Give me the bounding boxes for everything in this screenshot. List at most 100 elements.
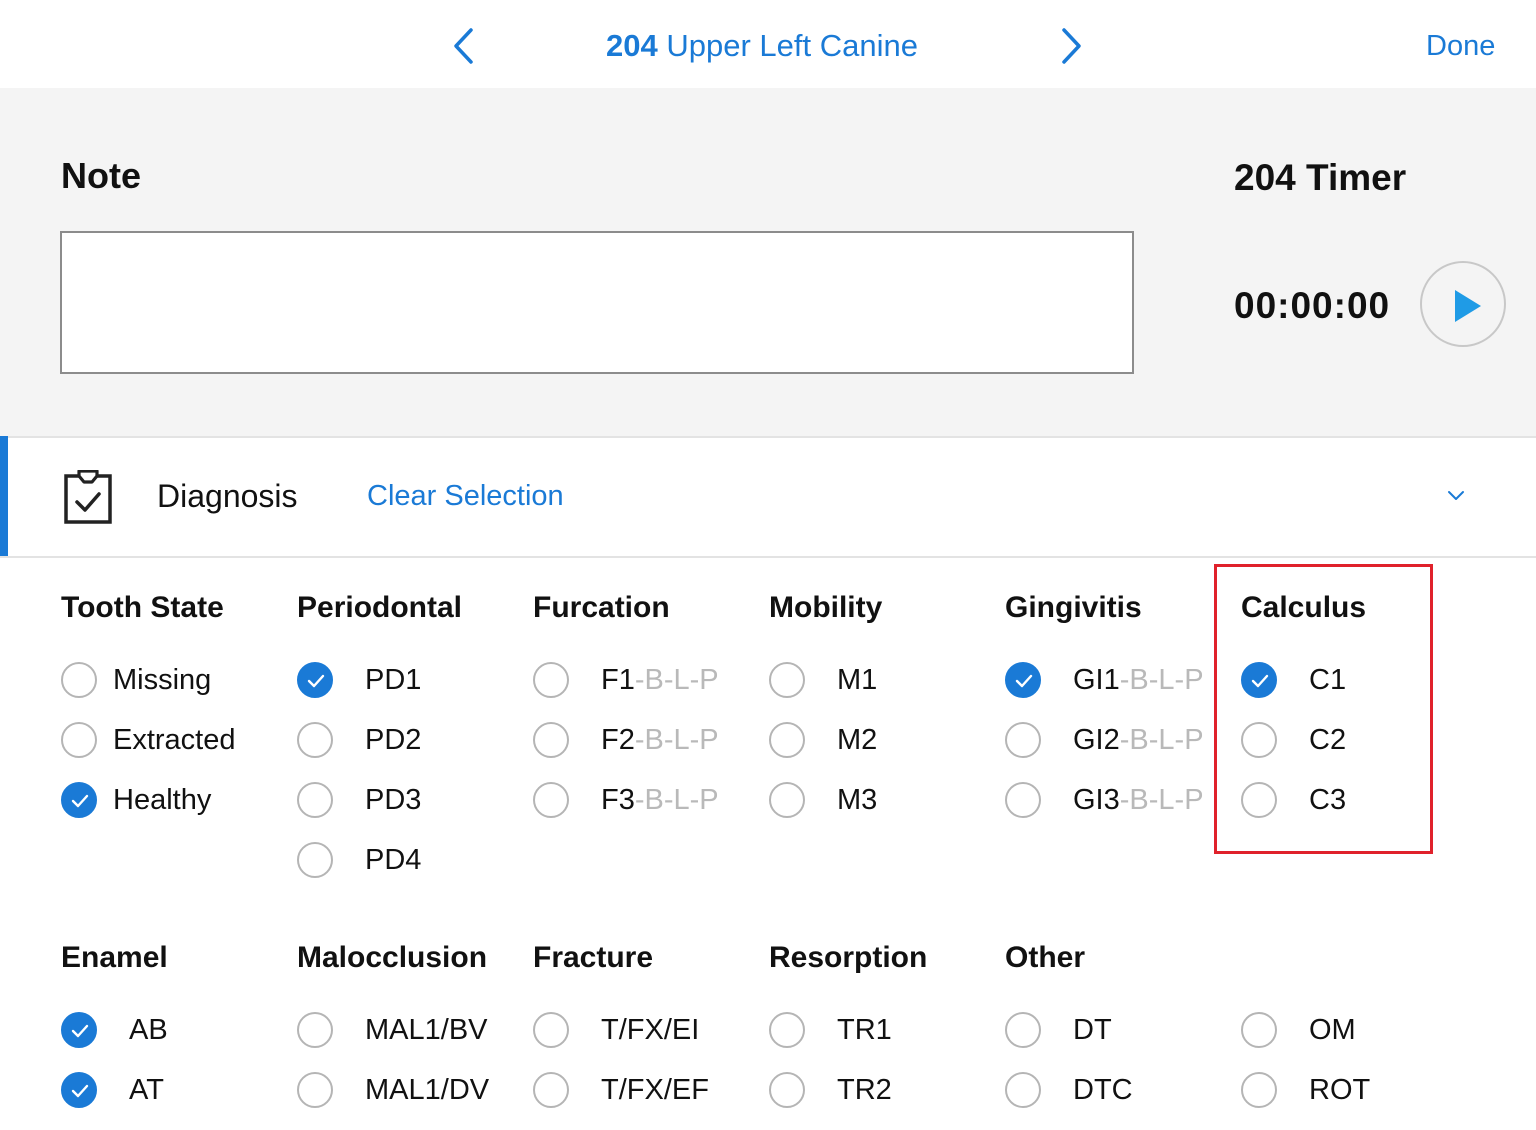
timer-label: 204 Timer — [1234, 157, 1407, 198]
calculus-highlight-box — [1214, 564, 1433, 854]
option-label: ROT — [1309, 1070, 1370, 1110]
option-label: PD2 — [365, 720, 421, 760]
option-suffix: -B-L-P — [1119, 784, 1204, 816]
periodontal-group-title: Periodontal — [297, 591, 463, 624]
chevron-down-icon[interactable] — [1444, 484, 1468, 508]
checkmark-radio-icon[interactable] — [61, 1072, 97, 1108]
option-label: F1-B-L-P — [601, 660, 719, 700]
enamel-group-title: Enamel — [61, 941, 168, 974]
option-label: F2-B-L-P — [601, 720, 719, 760]
option-label: AT — [129, 1070, 164, 1110]
empty-radio-icon[interactable] — [769, 1072, 805, 1108]
option-label-text: MAL1/BV — [365, 1014, 488, 1046]
empty-radio-icon[interactable] — [533, 662, 569, 698]
option-label: F3-B-L-P — [601, 780, 719, 820]
empty-radio-icon[interactable] — [533, 1012, 569, 1048]
option-label: OM — [1309, 1010, 1356, 1050]
option-label-text: GI2 — [1073, 724, 1120, 756]
option-label-text: M3 — [837, 784, 878, 816]
empty-radio-icon[interactable] — [533, 722, 569, 758]
tooth-state-group-title: Tooth State — [61, 591, 224, 624]
empty-radio-icon[interactable] — [1005, 782, 1041, 818]
empty-radio-icon[interactable] — [61, 722, 97, 758]
empty-radio-icon[interactable] — [533, 782, 569, 818]
tooth-title: 204 Upper Left Canine — [606, 24, 918, 68]
option-label-text: PD3 — [365, 784, 422, 816]
option-label-text: DTC — [1073, 1074, 1133, 1106]
option-label-text: M1 — [837, 664, 878, 696]
option-label: MAL1/DV — [365, 1070, 489, 1110]
option-label-text: GI3 — [1073, 784, 1120, 816]
option-label: PD4 — [365, 840, 421, 880]
timer-play-button[interactable] — [1420, 261, 1506, 347]
note-label: Note — [61, 155, 141, 196]
option-suffix: -B-L-P — [634, 784, 719, 816]
option-label-text: GI1 — [1073, 664, 1120, 696]
empty-radio-icon[interactable] — [533, 1072, 569, 1108]
option-label-text: Extracted — [113, 724, 236, 756]
empty-radio-icon[interactable] — [297, 722, 333, 758]
option-suffix: -B-L-P — [1119, 724, 1204, 756]
option-label-text: OM — [1309, 1014, 1356, 1046]
option-label-text: T/FX/EF — [601, 1074, 709, 1106]
option-label-text: M2 — [837, 724, 878, 756]
checkmark-radio-icon[interactable] — [297, 662, 333, 698]
option-label: AB — [129, 1010, 168, 1050]
checkmark-radio-icon[interactable] — [61, 1012, 97, 1048]
tooth-name: Upper Left Canine — [666, 28, 918, 63]
empty-radio-icon[interactable] — [297, 1012, 333, 1048]
option-label: GI2-B-L-P — [1073, 720, 1204, 760]
option-label-text: F1 — [601, 664, 635, 696]
tooth-number: 204 — [606, 28, 658, 63]
option-label-text: AT — [129, 1074, 164, 1106]
option-label-text: F3 — [601, 784, 635, 816]
empty-radio-icon[interactable] — [1241, 1012, 1277, 1048]
empty-radio-icon[interactable] — [297, 782, 333, 818]
next-tooth-chevron-icon[interactable] — [1051, 24, 1091, 68]
empty-radio-icon[interactable] — [1005, 1072, 1041, 1108]
option-label-text: Missing — [113, 664, 212, 696]
option-label-text: DT — [1073, 1014, 1112, 1046]
checkmark-radio-icon[interactable] — [61, 782, 97, 818]
empty-radio-icon[interactable] — [297, 1072, 333, 1108]
option-label: Healthy — [113, 780, 211, 820]
empty-radio-icon[interactable] — [769, 662, 805, 698]
resorption-group-title: Resorption — [769, 941, 928, 974]
gingivitis-group-title: Gingivitis — [1005, 591, 1142, 624]
empty-radio-icon[interactable] — [297, 842, 333, 878]
option-suffix: -B-L-P — [1119, 664, 1204, 696]
empty-radio-icon[interactable] — [769, 1012, 805, 1048]
clear-selection-button[interactable]: Clear Selection — [367, 474, 564, 518]
option-label: TR2 — [837, 1070, 892, 1110]
option-label: PD1 — [365, 660, 421, 700]
checkmark-radio-icon[interactable] — [1005, 662, 1041, 698]
empty-radio-icon[interactable] — [1005, 722, 1041, 758]
option-label: DT — [1073, 1010, 1112, 1050]
done-button[interactable]: Done — [1426, 24, 1495, 68]
empty-radio-icon[interactable] — [1005, 1012, 1041, 1048]
option-label: T/FX/EF — [601, 1070, 709, 1110]
option-label-text: MAL1/DV — [365, 1074, 490, 1106]
option-label: GI3-B-L-P — [1073, 780, 1204, 820]
note-textarea[interactable] — [60, 231, 1134, 374]
option-label-text: ROT — [1309, 1074, 1371, 1106]
previous-tooth-chevron-icon[interactable] — [444, 24, 484, 68]
option-label: DTC — [1073, 1070, 1133, 1110]
play-icon — [1455, 290, 1481, 322]
option-label: Extracted — [113, 720, 236, 760]
diagnosis-accent-bar — [0, 436, 8, 556]
option-label: M2 — [837, 720, 877, 760]
malocclusion-group-title: Malocclusion — [297, 941, 488, 974]
empty-radio-icon[interactable] — [61, 662, 97, 698]
empty-radio-icon[interactable] — [769, 782, 805, 818]
option-suffix: -B-L-P — [634, 664, 719, 696]
diagnosis-label: Diagnosis — [157, 478, 298, 514]
empty-radio-icon[interactable] — [769, 722, 805, 758]
empty-radio-icon[interactable] — [1241, 1072, 1277, 1108]
option-label-text: T/FX/EI — [601, 1014, 700, 1046]
option-label: Missing — [113, 660, 211, 700]
option-suffix: -B-L-P — [634, 724, 719, 756]
option-label-text: PD2 — [365, 724, 422, 756]
other-group-title: Other — [1005, 941, 1086, 974]
timer-value: 00:00:00 — [1234, 285, 1391, 326]
